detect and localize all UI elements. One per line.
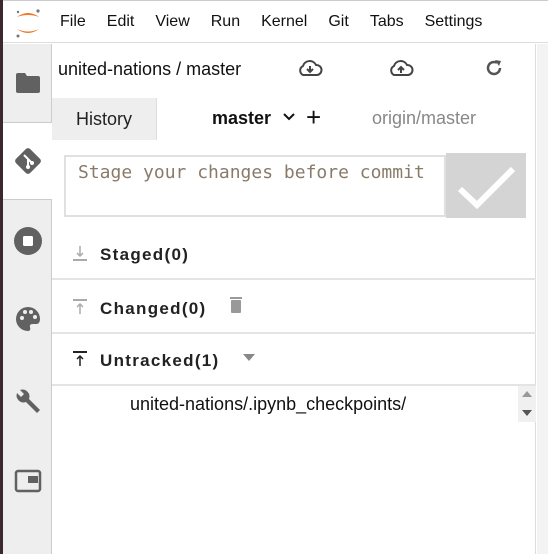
menu-run[interactable]: Run <box>211 13 240 31</box>
refresh-icon[interactable] <box>484 58 504 78</box>
folder-icon <box>15 73 40 93</box>
menu-view[interactable]: View <box>155 13 189 31</box>
branch-tabs: History master + origin/master <box>52 98 536 140</box>
repo-label: united-nations / master <box>58 59 242 79</box>
git-icon <box>15 148 41 174</box>
file-list-scrollbar[interactable] <box>518 386 536 422</box>
main-area-edge <box>537 44 548 554</box>
untracked-section[interactable]: Untracked(1) <box>52 334 536 386</box>
git-panel: united-nations / master History master +… <box>52 44 536 554</box>
staged-section[interactable]: Staged(0) <box>52 228 536 280</box>
menu-file[interactable]: File <box>60 13 86 31</box>
new-branch-button[interactable]: + <box>306 102 321 133</box>
untracked-file-item[interactable]: united-nations/.ipynb_checkpoints/ <box>130 394 406 415</box>
staged-label: Staged(0) <box>100 245 190 264</box>
cloud-upload-icon[interactable] <box>388 58 414 78</box>
sidebar-item-commands[interactable] <box>3 280 52 358</box>
arrow-up-to-line-icon <box>73 299 87 314</box>
menu-tabs[interactable]: Tabs <box>370 13 404 31</box>
sidebar-item-files[interactable] <box>3 44 52 122</box>
commit-message-input[interactable] <box>64 155 446 217</box>
tab-window-icon <box>14 469 41 493</box>
cloud-download-icon[interactable] <box>297 58 323 78</box>
changed-label: Changed(0) <box>100 299 207 318</box>
sidebar-item-git[interactable] <box>3 122 53 200</box>
tab-history[interactable]: History <box>52 98 157 140</box>
menu-bar: File Edit View Run Kernel Git Tabs Setti… <box>3 0 548 43</box>
checkmark-icon <box>457 166 516 209</box>
menu-edit[interactable]: Edit <box>107 13 135 31</box>
arrow-up-to-line-icon <box>73 351 87 366</box>
untracked-label: Untracked(1) <box>100 351 220 370</box>
scroll-down-icon[interactable] <box>522 410 532 416</box>
jupyter-logo-icon <box>16 9 40 38</box>
palette-icon <box>15 307 40 331</box>
current-branch[interactable]: master <box>212 108 271 129</box>
menu-kernel[interactable]: Kernel <box>261 13 307 31</box>
arrow-down-to-line-icon <box>73 246 87 261</box>
scroll-up-icon[interactable] <box>522 391 532 397</box>
menu-git[interactable]: Git <box>328 13 348 31</box>
caret-down-icon[interactable] <box>242 353 256 362</box>
sidebar-item-tabs[interactable] <box>3 442 52 520</box>
menu-items: File Edit View Run Kernel Git Tabs Setti… <box>60 13 482 31</box>
upstream-branch: origin/master <box>372 108 477 128</box>
sidebar-item-property-inspector[interactable] <box>3 362 52 440</box>
changed-section[interactable]: Changed(0) <box>52 282 536 334</box>
commit-button[interactable] <box>446 153 526 218</box>
chevron-down-icon[interactable] <box>282 112 296 122</box>
trash-icon[interactable] <box>230 296 242 314</box>
stop-circle-icon <box>13 227 42 255</box>
menu-settings[interactable]: Settings <box>425 13 483 31</box>
left-sidebar <box>3 44 53 554</box>
sidebar-item-running[interactable] <box>3 202 52 280</box>
wrench-icon <box>16 389 40 413</box>
